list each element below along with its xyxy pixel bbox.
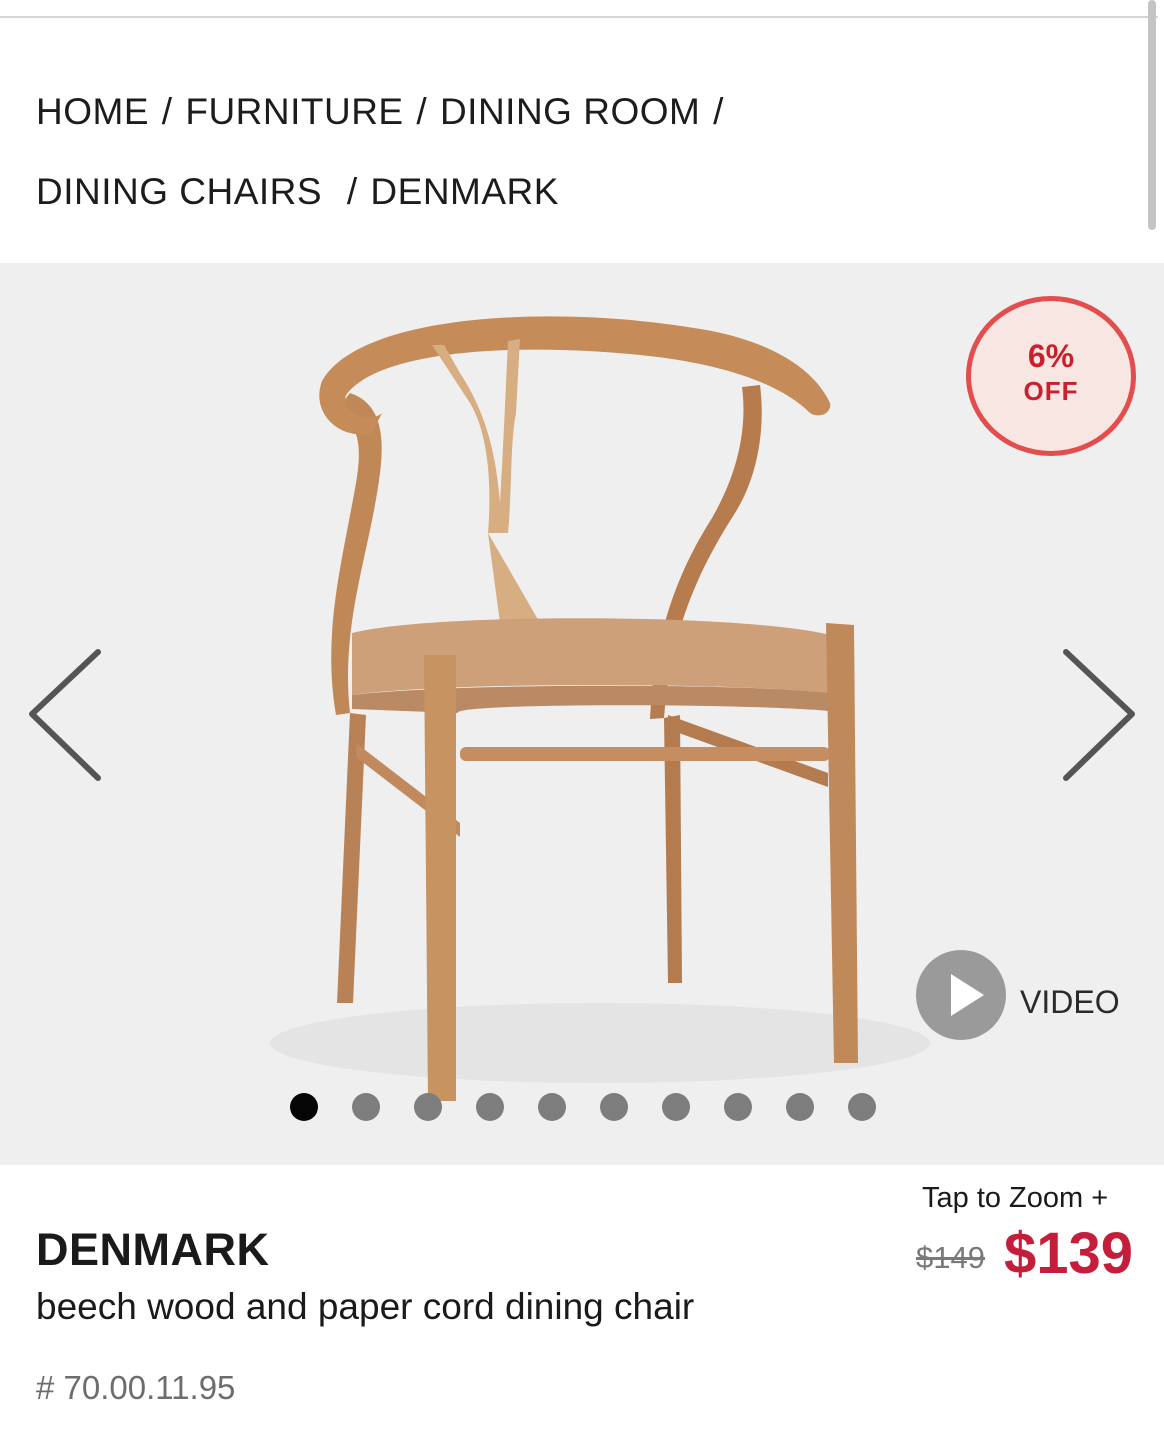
- product-sku: # 70.00.11.95: [36, 1369, 236, 1406]
- discount-off-label: OFF: [1023, 376, 1079, 406]
- chevron-left-icon: [29, 649, 101, 781]
- chair-shadow: [270, 1003, 930, 1083]
- chair-seat: [352, 618, 830, 695]
- product-description: beech wood and paper cord dining chair: [36, 1286, 695, 1327]
- image-pagination-dots: [290, 1093, 876, 1121]
- chair-front-leg-right: [826, 623, 858, 1063]
- product-title: DENMARK: [36, 1224, 270, 1275]
- pagination-dot[interactable]: [662, 1093, 690, 1121]
- pagination-dot[interactable]: [848, 1093, 876, 1121]
- sale-price: $139: [1004, 1221, 1134, 1286]
- video-button[interactable]: VIDEO: [916, 950, 1144, 1042]
- breadcrumb-furniture[interactable]: FURNITURE: [185, 91, 403, 132]
- pagination-dot[interactable]: [724, 1093, 752, 1121]
- chevron-right-icon: [1063, 649, 1135, 781]
- pagination-dot[interactable]: [414, 1093, 442, 1121]
- discount-percent: 6%: [1027, 338, 1075, 374]
- header-divider: [0, 16, 1158, 18]
- pagination-dot[interactable]: [290, 1093, 318, 1121]
- pagination-dot[interactable]: [538, 1093, 566, 1121]
- next-image-button[interactable]: [1056, 646, 1146, 786]
- pagination-dot[interactable]: [786, 1093, 814, 1121]
- pagination-dot[interactable]: [352, 1093, 380, 1121]
- play-icon: [916, 950, 1006, 1040]
- tap-to-zoom-button[interactable]: Tap to Zoom +: [922, 1178, 1108, 1218]
- sku-container: # 70.00.11.95: [36, 1366, 235, 1410]
- chair-front-leg-left: [424, 655, 456, 1101]
- video-label: VIDEO: [1020, 984, 1120, 1020]
- previous-image-button[interactable]: [22, 646, 112, 786]
- pagination-dot[interactable]: [476, 1093, 504, 1121]
- breadcrumb-current: DENMARK: [370, 171, 559, 212]
- breadcrumb-separator: /: [161, 91, 173, 132]
- breadcrumb-separator: /: [713, 91, 724, 132]
- chair-seat-edge: [352, 685, 830, 713]
- chair-stretcher-front: [460, 747, 830, 761]
- breadcrumb-home[interactable]: HOME: [36, 91, 149, 132]
- page-scrollbar[interactable]: [1148, 0, 1156, 230]
- breadcrumb-separator: /: [346, 171, 358, 212]
- breadcrumb-dining-chairs[interactable]: DINING CHAIRS: [36, 171, 322, 212]
- pagination-dot[interactable]: [600, 1093, 628, 1121]
- chair-splat-base: [488, 533, 540, 623]
- original-price: $149: [916, 1240, 985, 1275]
- breadcrumb-separator: /: [416, 91, 428, 132]
- discount-badge: 6% OFF: [966, 296, 1136, 456]
- breadcrumb-dining-room[interactable]: DINING ROOM: [440, 91, 700, 132]
- chair-back-splat: [432, 339, 520, 533]
- breadcrumb: HOME / FURNITURE / DINING ROOM / DINING …: [36, 72, 1116, 232]
